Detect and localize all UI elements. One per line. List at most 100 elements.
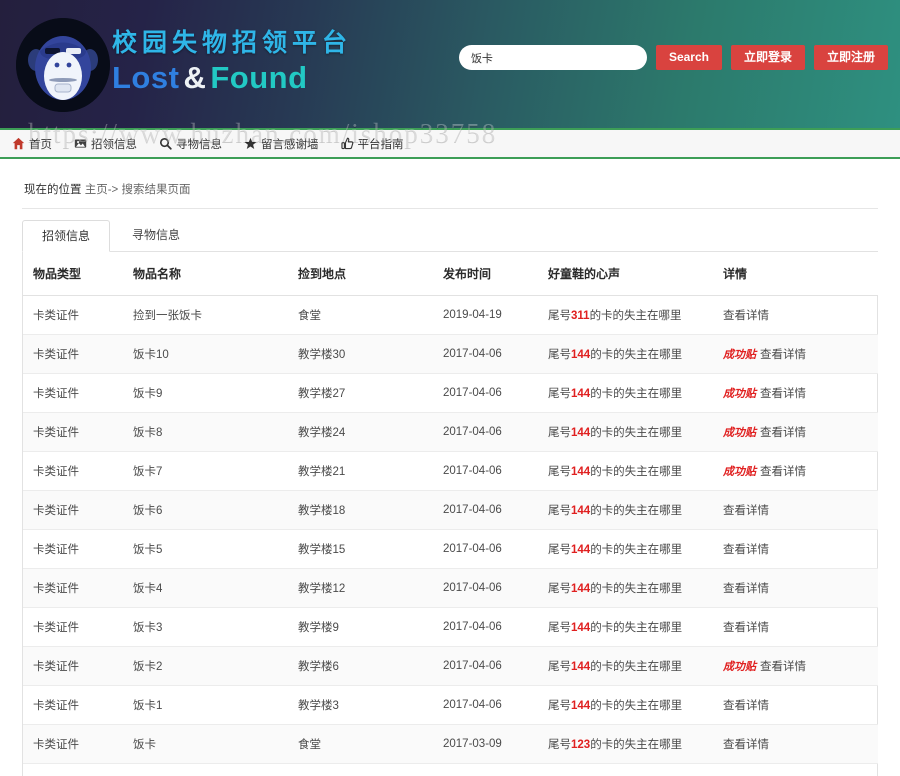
cell-type: 卡类证件: [23, 530, 123, 569]
nav-item-home[interactable]: 首页: [12, 136, 52, 152]
voice-link[interactable]: 尾号144的卡的失主在哪里: [548, 544, 682, 556]
tab-found-info[interactable]: 招领信息: [22, 220, 110, 252]
voice-link[interactable]: 尾号144的卡的失主在哪里: [548, 661, 682, 673]
picture-icon: [74, 137, 87, 150]
brand-word-found: Found: [210, 60, 307, 95]
voice-link[interactable]: 尾号144的卡的失主在哪里: [548, 349, 682, 361]
status-badge: 成功贴: [723, 466, 756, 478]
voice-prefix: 尾号: [548, 427, 571, 439]
table-row[interactable]: 卡类证件饭卡1教学楼32017-04-06尾号144的卡的失主在哪里查看详情: [23, 686, 878, 725]
cell-detail[interactable]: 查看详情: [713, 764, 878, 776]
cell-name: 饭卡3: [123, 608, 288, 647]
table-row[interactable]: 卡类证件饭卡7教学楼212017-04-06尾号144的卡的失主在哪里成功贴查看…: [23, 452, 878, 491]
cell-type: 卡类证件: [23, 725, 123, 764]
site-logo[interactable]: [16, 18, 110, 112]
voice-highlight: 144: [571, 583, 590, 595]
cell-detail[interactable]: 成功贴查看详情: [713, 335, 878, 374]
cell-detail[interactable]: 查看详情: [713, 491, 878, 530]
view-detail-link[interactable]: 查看详情: [723, 700, 769, 712]
table-row[interactable]: 卡类证件饭卡8教学楼242017-04-06尾号144的卡的失主在哪里成功贴查看…: [23, 413, 878, 452]
voice-link[interactable]: 尾号144的卡的失主在哪里: [548, 427, 682, 439]
view-detail-link[interactable]: 查看详情: [723, 583, 769, 595]
cell-place: 教学楼18: [288, 491, 433, 530]
nav-item-thanks-wall[interactable]: 留言感谢墙: [244, 136, 319, 152]
view-detail-link[interactable]: 查看详情: [723, 310, 769, 322]
cell-place: 食堂: [288, 296, 433, 335]
view-detail-link[interactable]: 查看详情: [723, 505, 769, 517]
cell-detail[interactable]: 查看详情: [713, 530, 878, 569]
view-detail-link[interactable]: 查看详情: [723, 544, 769, 556]
cell-voice[interactable]: 尾号144的卡的失主在哪里: [538, 686, 713, 725]
view-detail-link[interactable]: 查看详情: [760, 349, 806, 361]
voice-link[interactable]: 尾号144的卡的失主在哪里: [548, 388, 682, 400]
voice-link[interactable]: 尾号144的卡的失主在哪里: [548, 505, 682, 517]
cell-voice[interactable]: 尾号123的卡的失主在哪里: [538, 725, 713, 764]
nav-item-found-info[interactable]: 招领信息: [74, 136, 137, 152]
voice-prefix: 尾号: [548, 388, 571, 400]
view-detail-link[interactable]: 查看详情: [760, 427, 806, 439]
view-detail-link[interactable]: 查看详情: [723, 622, 769, 634]
cell-voice[interactable]: 尾号144的卡的失主在哪里: [538, 452, 713, 491]
voice-highlight: 144: [571, 700, 590, 712]
cell-voice[interactable]: 尾号144的卡的失主在哪里: [538, 569, 713, 608]
cell-detail[interactable]: 查看详情: [713, 569, 878, 608]
table-row[interactable]: 卡类证件饭卡6教学楼182017-04-06尾号144的卡的失主在哪里查看详情: [23, 491, 878, 530]
voice-link[interactable]: 尾号144的卡的失主在哪里: [548, 583, 682, 595]
login-button[interactable]: 立即登录: [731, 45, 805, 70]
table-row[interactable]: 卡类证件饭卡2教学楼62017-04-06尾号144的卡的失主在哪里成功贴查看详…: [23, 647, 878, 686]
cell-voice[interactable]: 饭卡的失主在哪里: [538, 764, 713, 776]
cell-detail[interactable]: 成功贴查看详情: [713, 452, 878, 491]
table-row[interactable]: 卡类证件饭卡3教学楼92017-04-06尾号144的卡的失主在哪里查看详情: [23, 608, 878, 647]
voice-link[interactable]: 尾号311的卡的失主在哪里: [548, 310, 682, 322]
cell-detail[interactable]: 成功贴查看详情: [713, 413, 878, 452]
cell-voice[interactable]: 尾号144的卡的失主在哪里: [538, 374, 713, 413]
cell-detail[interactable]: 成功贴查看详情: [713, 374, 878, 413]
table-row[interactable]: 卡类证件饭卡食堂2017-03-09尾号123的卡的失主在哪里查看详情: [23, 725, 878, 764]
cell-detail[interactable]: 查看详情: [713, 725, 878, 764]
table-row[interactable]: 衣物服饰饭卡教学楼2016-12-28饭卡的失主在哪里查看详情: [23, 764, 878, 776]
view-detail-link[interactable]: 查看详情: [723, 739, 769, 751]
cell-voice[interactable]: 尾号144的卡的失主在哪里: [538, 608, 713, 647]
search-input[interactable]: [459, 45, 647, 70]
cell-detail[interactable]: 查看详情: [713, 686, 878, 725]
table-body: 卡类证件捡到一张饭卡食堂2019-04-19尾号311的卡的失主在哪里查看详情卡…: [23, 296, 878, 776]
view-detail-link[interactable]: 查看详情: [760, 661, 806, 673]
table-row[interactable]: 卡类证件饭卡10教学楼302017-04-06尾号144的卡的失主在哪里成功贴查…: [23, 335, 878, 374]
voice-suffix: 的卡的失主在哪里: [590, 388, 682, 400]
search-button[interactable]: Search: [656, 45, 722, 70]
voice-link[interactable]: 尾号144的卡的失主在哪里: [548, 622, 682, 634]
status-badge: 成功贴: [723, 661, 756, 673]
cell-voice[interactable]: 尾号144的卡的失主在哪里: [538, 413, 713, 452]
cell-name: 饭卡: [123, 725, 288, 764]
cell-detail[interactable]: 成功贴查看详情: [713, 647, 878, 686]
register-button[interactable]: 立即注册: [814, 45, 888, 70]
view-detail-link[interactable]: 查看详情: [760, 466, 806, 478]
table-row[interactable]: 卡类证件捡到一张饭卡食堂2019-04-19尾号311的卡的失主在哪里查看详情: [23, 296, 878, 335]
status-badge: 成功贴: [723, 388, 756, 400]
table-row[interactable]: 卡类证件饭卡9教学楼272017-04-06尾号144的卡的失主在哪里成功贴查看…: [23, 374, 878, 413]
cell-name: 捡到一张饭卡: [123, 296, 288, 335]
voice-link[interactable]: 尾号123的卡的失主在哪里: [548, 739, 682, 751]
table-row[interactable]: 卡类证件饭卡5教学楼152017-04-06尾号144的卡的失主在哪里查看详情: [23, 530, 878, 569]
voice-suffix: 的卡的失主在哪里: [590, 505, 682, 517]
cell-name: 饭卡6: [123, 491, 288, 530]
tab-lost-info[interactable]: 寻物信息: [112, 219, 200, 251]
cell-detail[interactable]: 查看详情: [713, 608, 878, 647]
table-row[interactable]: 卡类证件饭卡4教学楼122017-04-06尾号144的卡的失主在哪里查看详情: [23, 569, 878, 608]
cell-voice[interactable]: 尾号144的卡的失主在哪里: [538, 647, 713, 686]
nav-item-lost-info[interactable]: 寻物信息: [159, 136, 222, 152]
cell-date: 2017-04-06: [433, 335, 538, 374]
cell-voice[interactable]: 尾号144的卡的失主在哪里: [538, 530, 713, 569]
cell-voice[interactable]: 尾号311的卡的失主在哪里: [538, 296, 713, 335]
voice-suffix: 的卡的失主在哪里: [590, 661, 682, 673]
result-tabs: 招领信息 寻物信息: [22, 219, 878, 251]
nav-item-platform-guide[interactable]: 平台指南: [341, 136, 404, 152]
cell-detail[interactable]: 查看详情: [713, 296, 878, 335]
cell-place: 教学楼6: [288, 647, 433, 686]
view-detail-link[interactable]: 查看详情: [760, 388, 806, 400]
cell-voice[interactable]: 尾号144的卡的失主在哪里: [538, 491, 713, 530]
voice-link[interactable]: 尾号144的卡的失主在哪里: [548, 700, 682, 712]
voice-highlight: 144: [571, 622, 590, 634]
cell-voice[interactable]: 尾号144的卡的失主在哪里: [538, 335, 713, 374]
voice-link[interactable]: 尾号144的卡的失主在哪里: [548, 466, 682, 478]
